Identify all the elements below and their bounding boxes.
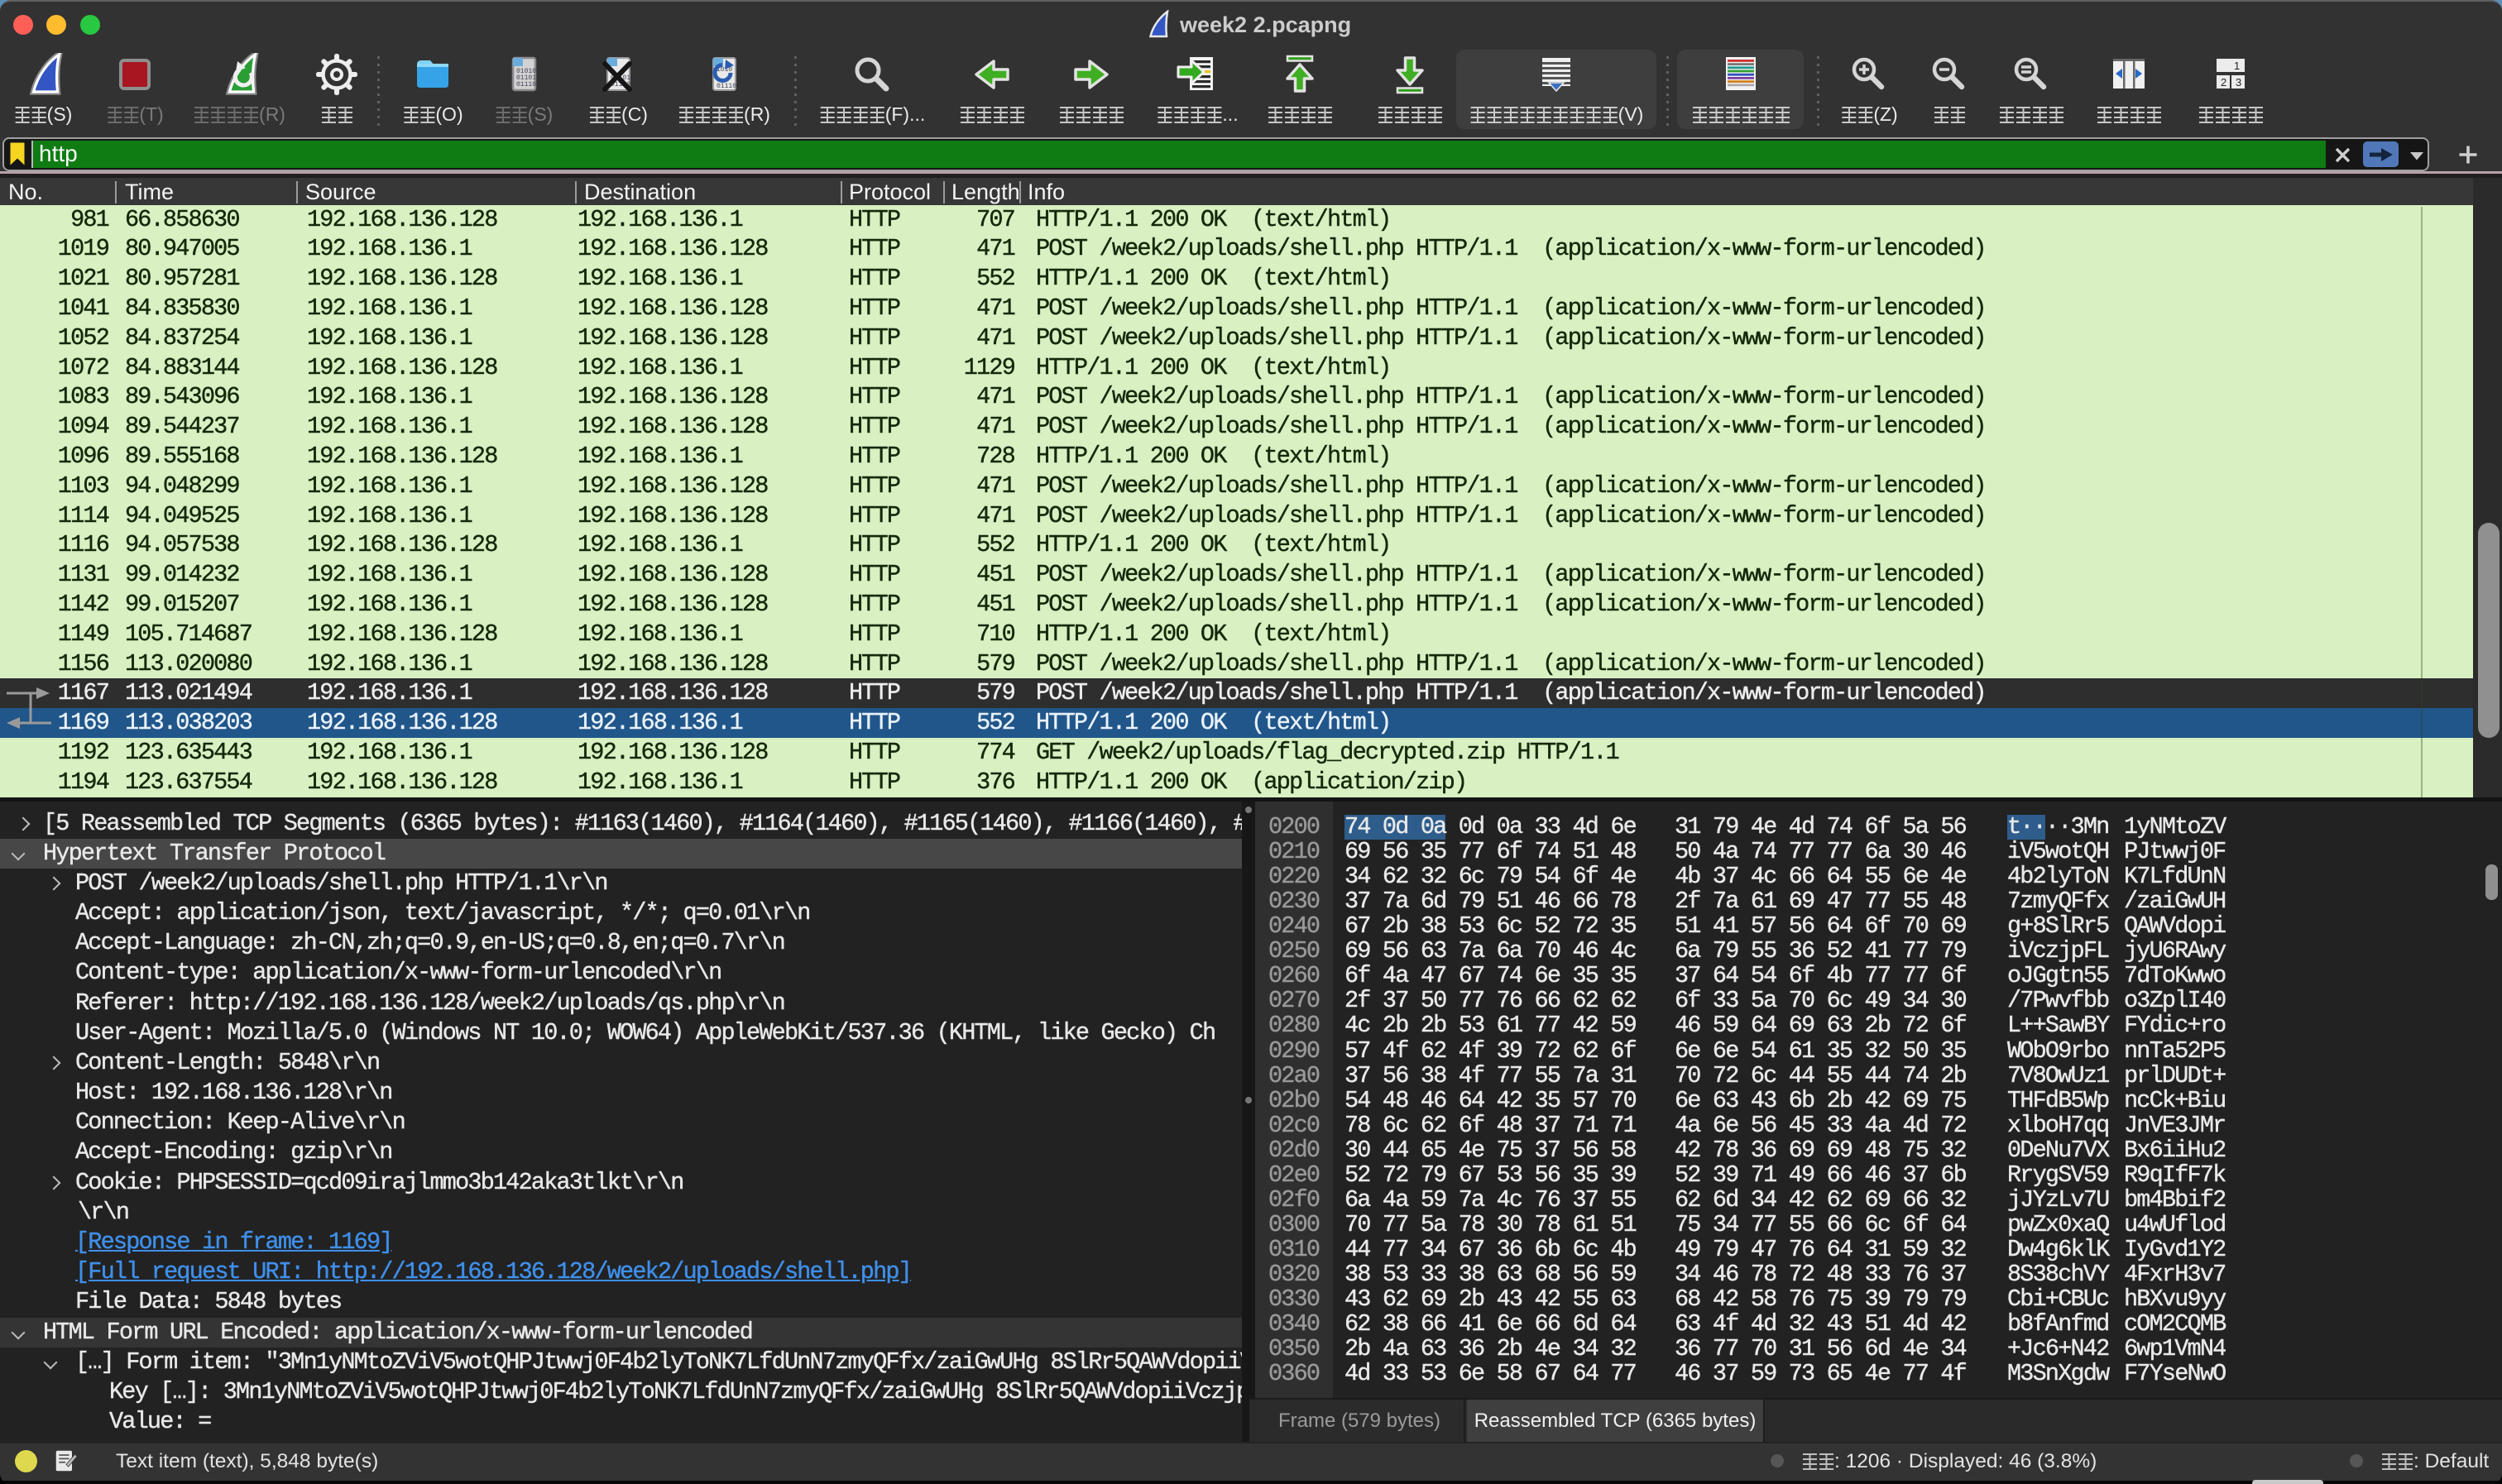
svg-text:1: 1 [2234, 60, 2240, 72]
svg-text:01110: 01110 [717, 83, 736, 90]
svg-text:2: 2 [2221, 76, 2226, 89]
svg-text:3: 3 [2236, 76, 2241, 89]
svg-text:01110: 01110 [516, 81, 536, 89]
